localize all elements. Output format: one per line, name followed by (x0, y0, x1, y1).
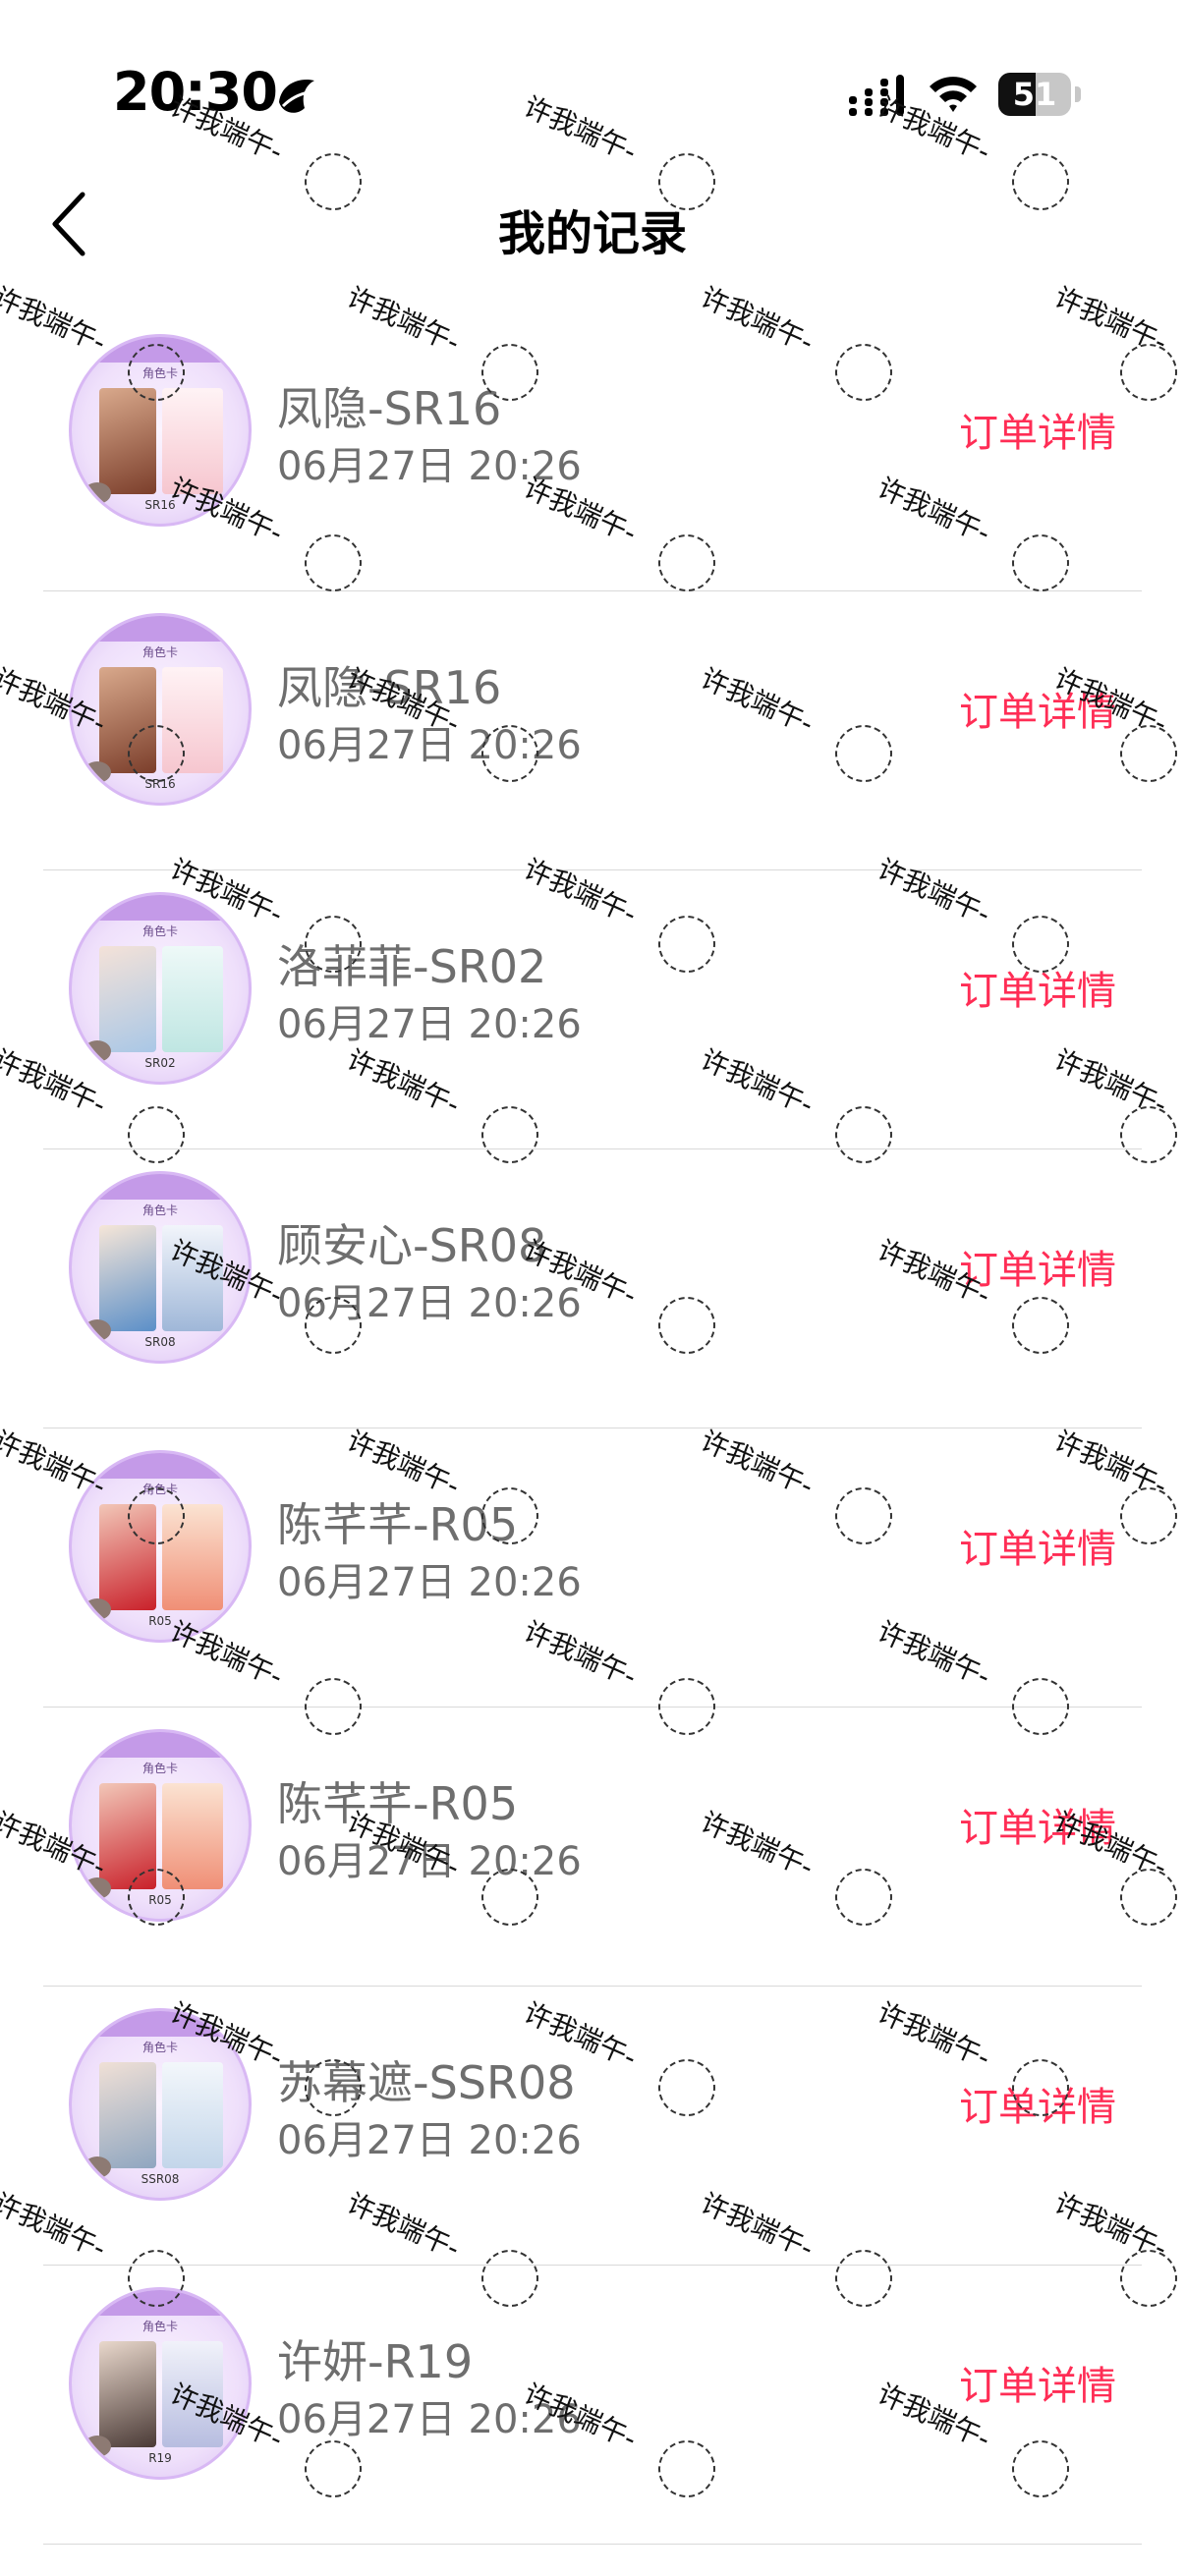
order-detail-link[interactable]: 订单详情 (959, 2075, 1116, 2132)
card-thumbnail: 角色卡 SSR08 (69, 2008, 252, 2201)
card-art (162, 388, 223, 494)
card-art (162, 946, 223, 1052)
cellular-signal-icon (849, 75, 904, 116)
list-item[interactable]: 角色卡 SR16 凤隐-SR16 06月27日 20:26 订单详情 (0, 312, 1185, 591)
thumbnail-code: SR16 (144, 777, 176, 791)
thumbnail-code: R19 (148, 2451, 172, 2465)
thumbnail-header: 角色卡 (141, 1762, 178, 1775)
thumbnail-header: 角色卡 (141, 1204, 178, 1217)
character-photo (99, 667, 156, 773)
character-photo (99, 388, 156, 494)
record-date: 06月27日 20:26 (277, 2118, 582, 2163)
list-item[interactable]: 角色卡 R19 许妍-R19 06月27日 20:26 订单详情 (0, 2266, 1185, 2545)
character-photo (99, 946, 156, 1052)
battery-percentage: 51 (1012, 76, 1057, 113)
record-list: 角色卡 SR16 凤隐-SR16 06月27日 20:26 订单详情 角色卡 S… (0, 312, 1185, 2545)
order-detail-link[interactable]: 订单详情 (959, 680, 1116, 737)
order-detail-link[interactable]: 订单详情 (959, 1796, 1116, 1853)
list-item[interactable]: 角色卡 R05 陈芊芊-R05 06月27日 20:26 订单详情 (0, 1708, 1185, 1987)
character-photo (99, 2062, 156, 2168)
card-art (162, 667, 223, 773)
page-title: 我的记录 (497, 206, 687, 261)
character-photo (99, 1783, 156, 1889)
card-thumbnail: 角色卡 SR08 (69, 1171, 252, 1364)
record-name: 凤隐-SR16 (277, 661, 502, 714)
list-item[interactable]: 角色卡 SR08 顾安心-SR08 06月27日 20:26 订单详情 (0, 1149, 1185, 1428)
character-photo (99, 1504, 156, 1610)
status-time: 20:30 (113, 61, 278, 123)
thumbnail-header: 角色卡 (141, 1483, 178, 1496)
character-photo (99, 1225, 156, 1331)
card-thumbnail: 角色卡 SR02 (69, 892, 252, 1085)
card-art (162, 2062, 223, 2168)
thumbnail-code: SR16 (144, 498, 176, 512)
navigation-bar: 我的记录 (0, 167, 1185, 285)
thumbnail-code: SR08 (144, 1335, 176, 1349)
record-name: 顾安心-SR08 (277, 1219, 547, 1272)
record-date: 06月27日 20:26 (277, 1281, 582, 1326)
battery-icon: 51 (998, 73, 1081, 116)
order-detail-link[interactable]: 订单详情 (959, 401, 1116, 458)
card-art (162, 1504, 223, 1610)
card-art (162, 2341, 223, 2447)
thumbnail-code: SSR08 (141, 2172, 180, 2186)
card-thumbnail: 角色卡 SR16 (69, 334, 252, 527)
order-detail-link[interactable]: 订单详情 (959, 1517, 1116, 1574)
card-thumbnail: 角色卡 SR16 (69, 613, 252, 806)
thumbnail-header: 角色卡 (141, 645, 178, 659)
wifi-icon (930, 77, 977, 112)
order-detail-link[interactable]: 订单详情 (959, 959, 1116, 1016)
thumbnail-header: 角色卡 (141, 924, 178, 938)
thumbnail-code: SR02 (144, 1056, 176, 1070)
card-thumbnail: 角色卡 R05 (69, 1450, 252, 1643)
status-bar: 20:30 51 (0, 0, 1185, 187)
card-thumbnail: 角色卡 R05 (69, 1729, 252, 1922)
record-date: 06月27日 20:26 (277, 1839, 582, 1884)
focus-moon-icon (279, 79, 314, 113)
record-name: 陈芊芊-R05 (277, 1498, 519, 1551)
list-item[interactable]: 角色卡 SR16 凤隐-SR16 06月27日 20:26 订单详情 (0, 591, 1185, 870)
list-item[interactable]: 角色卡 SR02 洛菲菲-SR02 06月27日 20:26 订单详情 (0, 870, 1185, 1149)
record-name: 陈芊芊-R05 (277, 1777, 519, 1830)
record-name: 凤隐-SR16 (277, 382, 502, 435)
thumbnail-header: 角色卡 (141, 366, 178, 380)
card-art (162, 1783, 223, 1889)
record-date: 06月27日 20:26 (277, 723, 582, 768)
thumbnail-code: R05 (148, 1893, 172, 1907)
order-detail-link[interactable]: 订单详情 (959, 2354, 1116, 2411)
record-date: 06月27日 20:26 (277, 1560, 582, 1605)
thumbnail-header: 角色卡 (141, 2320, 178, 2333)
record-date: 06月27日 20:26 (277, 1002, 582, 1047)
record-name: 苏幕遮-SSR08 (277, 2056, 576, 2109)
card-art (162, 1225, 223, 1331)
order-detail-link[interactable]: 订单详情 (959, 1238, 1116, 1295)
thumbnail-code: R05 (148, 1614, 172, 1628)
card-thumbnail: 角色卡 R19 (69, 2287, 252, 2480)
character-photo (99, 2341, 156, 2447)
record-date: 06月27日 20:26 (277, 2397, 582, 2442)
thumbnail-header: 角色卡 (141, 2041, 178, 2054)
list-item[interactable]: 角色卡 SSR08 苏幕遮-SSR08 06月27日 20:26 订单详情 (0, 1987, 1185, 2266)
record-name: 洛菲菲-SR02 (277, 940, 547, 993)
record-name: 许妍-R19 (277, 2335, 474, 2388)
list-item[interactable]: 角色卡 R05 陈芊芊-R05 06月27日 20:26 订单详情 (0, 1428, 1185, 1708)
divider (43, 2544, 1142, 2545)
record-date: 06月27日 20:26 (277, 444, 582, 489)
